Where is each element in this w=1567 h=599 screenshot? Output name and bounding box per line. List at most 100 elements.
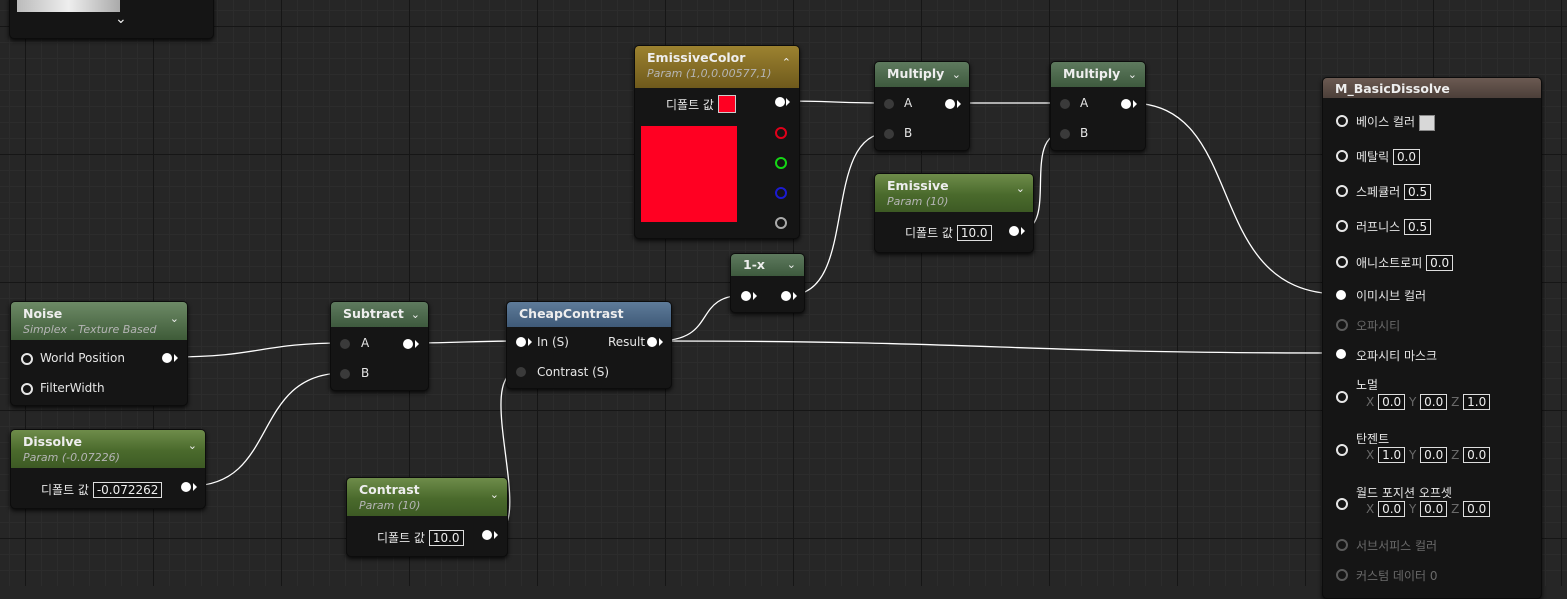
contrast-param-node[interactable]: Contrast Param (10) ⌄ 디폴트 값 10.0 (346, 477, 508, 557)
default-value-field[interactable]: -0.072262 (92, 482, 163, 498)
output-pin[interactable] (482, 530, 492, 540)
anisotropy-value[interactable]: 0.0 (1426, 255, 1454, 271)
wpo-x[interactable]: 0.0 (1378, 501, 1406, 517)
wpo-z[interactable]: 0.0 (1463, 501, 1491, 517)
metallic-value[interactable]: 0.0 (1392, 149, 1421, 165)
chevron-down-icon[interactable]: ⌄ (1128, 68, 1137, 81)
chevron-down-icon[interactable]: ⌄ (952, 68, 961, 81)
output-result-pin[interactable] (647, 337, 657, 347)
output-rgb-pin[interactable] (775, 97, 785, 107)
pin-arrow-icon (753, 292, 757, 300)
chevron-down-icon[interactable]: ⌄ (411, 308, 420, 321)
pin-label-b: B (904, 126, 913, 140)
specular-pin[interactable] (1336, 185, 1348, 197)
node-title: 1-x (743, 257, 765, 272)
tangent-y[interactable]: 0.0 (1420, 447, 1448, 463)
material-header[interactable]: M_BasicDissolve (1323, 78, 1541, 98)
multiply-node-2[interactable]: Multiply ⌄ A B (1050, 61, 1146, 151)
specular-value[interactable]: 0.5 (1404, 184, 1432, 200)
pin-label: FilterWidth (40, 381, 105, 395)
normal-x[interactable]: 0.0 (1378, 394, 1406, 410)
input-in-pin[interactable] (516, 337, 526, 347)
one-minus-x-header[interactable]: 1-x ⌄ (731, 254, 804, 276)
metallic-pin[interactable] (1336, 150, 1348, 162)
input-b-pin[interactable] (1060, 129, 1070, 139)
noise-header[interactable]: Noise Simplex - Texture Based ⌄ (11, 302, 187, 340)
material-result-node[interactable]: M_BasicDissolve 베이스 컬러 메탈릭 0.0 스페큘러 0.5 … (1322, 77, 1542, 599)
custom-data-pin[interactable] (1336, 569, 1348, 581)
output-pin[interactable] (945, 99, 955, 109)
subtract-header[interactable]: Subtract ⌄ (331, 302, 428, 327)
node-subtitle: Param (10) (359, 499, 421, 512)
emissivecolor-header[interactable]: EmissiveColor Param (1,0,0.00577,1) ⌃ (635, 46, 799, 88)
roughness-value[interactable]: 0.5 (1404, 219, 1432, 235)
noise-node[interactable]: Noise Simplex - Texture Based ⌄ World Po… (10, 301, 188, 406)
output-pin[interactable] (181, 482, 191, 492)
multiply-node-1[interactable]: Multiply ⌄ A B (874, 61, 970, 151)
opacity-mask-pin[interactable] (1336, 349, 1346, 359)
pin-label-result: Result (608, 335, 646, 349)
input-a-pin[interactable] (884, 99, 894, 109)
tangent-z[interactable]: 0.0 (1463, 447, 1491, 463)
dissolve-param-node[interactable]: Dissolve Param (-0.07226) ⌄ 디폴트 값 -0.072… (10, 429, 206, 509)
normal-z[interactable]: 1.0 (1463, 394, 1491, 410)
subsurface-color-label: 서브서피스 컬러 (1356, 539, 1438, 553)
roughness-pin[interactable] (1336, 220, 1348, 232)
chevron-down-icon[interactable]: ⌄ (787, 258, 796, 271)
subsurface-color-pin[interactable] (1336, 539, 1348, 551)
input-a-pin[interactable] (340, 339, 350, 349)
input-world-position-pin[interactable] (21, 353, 33, 365)
output-g-pin[interactable] (775, 157, 787, 169)
normal-y[interactable]: 0.0 (1420, 394, 1448, 410)
base-color-pin[interactable] (1336, 115, 1348, 127)
one-minus-x-node[interactable]: 1-x ⌄ (730, 253, 805, 313)
output-pin[interactable] (1009, 226, 1019, 236)
default-value-field[interactable]: 10.0 (956, 225, 992, 241)
default-value-field[interactable]: 10.0 (428, 530, 464, 546)
texture-node-partial[interactable]: ⌄ (9, 0, 214, 39)
cheapcontrast-node[interactable]: CheapContrast In (S) Result Contrast (S) (506, 301, 672, 389)
chevron-down-icon[interactable]: ⌄ (188, 439, 197, 452)
default-value-label: 디폴트 값 (666, 98, 714, 112)
input-b-pin[interactable] (340, 369, 350, 379)
contrast-header[interactable]: Contrast Param (10) ⌄ (347, 478, 507, 516)
input-filterwidth-pin[interactable] (21, 383, 33, 395)
node-title: Emissive (887, 178, 949, 193)
input-b-pin[interactable] (884, 129, 894, 139)
input-pin[interactable] (741, 291, 751, 301)
cheapcontrast-header[interactable]: CheapContrast (507, 302, 671, 327)
anisotropy-pin[interactable] (1336, 256, 1348, 268)
subtract-node[interactable]: Subtract ⌄ A B (330, 301, 429, 391)
output-b-pin[interactable] (775, 187, 787, 199)
output-a-pin[interactable] (775, 217, 787, 229)
output-pin[interactable] (1121, 99, 1131, 109)
chevron-down-icon[interactable]: ⌄ (490, 488, 499, 501)
collapse-chevron-icon[interactable]: ⌃ (782, 56, 791, 69)
chevron-down-icon[interactable]: ⌄ (1016, 182, 1025, 195)
pin-label-contrast: Contrast (S) (537, 365, 610, 379)
base-color-swatch[interactable] (1418, 114, 1435, 131)
input-contrast-pin[interactable] (516, 367, 526, 377)
output-pin[interactable] (162, 353, 172, 363)
tangent-x[interactable]: 1.0 (1378, 447, 1406, 463)
emissive-color-pin[interactable] (1336, 290, 1346, 300)
emissive-param-node[interactable]: Emissive Param (10) ⌄ 디폴트 값 10.0 (874, 173, 1034, 253)
dissolve-header[interactable]: Dissolve Param (-0.07226) ⌄ (11, 430, 205, 468)
emissivecolor-node[interactable]: EmissiveColor Param (1,0,0.00577,1) ⌃ 디폴… (634, 45, 800, 239)
multiply-header[interactable]: Multiply ⌄ (1051, 62, 1145, 87)
normal-pin[interactable] (1336, 391, 1348, 403)
wpo-y[interactable]: 0.0 (1420, 501, 1448, 517)
chevron-down-icon[interactable]: ⌄ (170, 312, 179, 325)
output-pin[interactable] (403, 339, 413, 349)
input-a-pin[interactable] (1060, 99, 1070, 109)
expand-chevron-icon[interactable]: ⌄ (115, 11, 127, 27)
color-swatch[interactable] (718, 95, 736, 113)
pin-label: World Position (40, 351, 125, 365)
multiply-header[interactable]: Multiply ⌄ (875, 62, 969, 87)
opacity-pin[interactable] (1336, 319, 1348, 331)
output-r-pin[interactable] (775, 127, 787, 139)
output-pin[interactable] (781, 291, 791, 301)
emissive-header[interactable]: Emissive Param (10) ⌄ (875, 174, 1033, 212)
world-position-offset-pin[interactable] (1336, 498, 1348, 510)
tangent-pin[interactable] (1336, 444, 1348, 456)
